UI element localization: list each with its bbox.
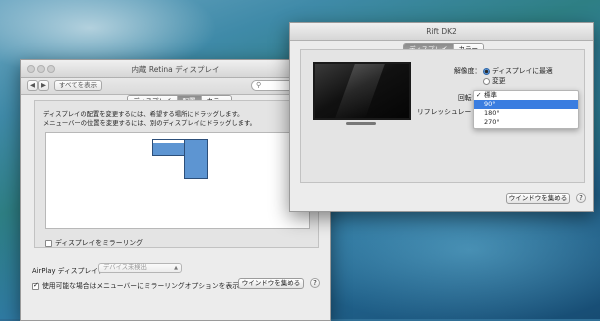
mirror-label: ディスプレイをミラーリング — [55, 239, 143, 247]
rotation-option-270[interactable]: 270° — [474, 118, 578, 127]
resolution-best-radio[interactable]: ディスプレイに最適 — [483, 65, 553, 75]
search-icon: ⚲ — [256, 81, 262, 89]
gather-windows-button[interactable]: ウインドウを集める — [238, 278, 304, 289]
radio-selected-icon[interactable] — [483, 67, 490, 75]
title-bar[interactable]: 内蔵 Retina ディスプレイ — [21, 60, 330, 78]
rotation-dropdown-menu[interactable]: ✓ 標準 90° 180° 270° — [473, 90, 579, 129]
window-title: 内蔵 Retina ディスプレイ — [131, 65, 220, 74]
resolution-best-label: ディスプレイに最適 — [492, 67, 553, 75]
toolbar: ◀ ▶ すべてを表示 ⚲ — [21, 78, 330, 95]
title-bar[interactable]: Rift DK2 — [290, 23, 593, 41]
airplay-value: デバイス未検出 — [103, 264, 147, 271]
monitor-glare — [335, 64, 385, 118]
rift-dk2-window: Rift DK2 ディスプレイ カラー 解像度： ディスプレイに最適 変更 回転… — [289, 22, 594, 212]
show-all-button[interactable]: すべてを表示 — [54, 80, 102, 91]
gather-windows-button[interactable]: ウインドウを集める — [506, 193, 570, 204]
menu-bar-indicator[interactable] — [153, 140, 185, 143]
rotation-option-standard[interactable]: ✓ 標準 — [474, 91, 578, 100]
monitor-image — [313, 62, 411, 120]
resolution-label: 解像度： — [454, 67, 482, 75]
help-button[interactable]: ? — [576, 193, 586, 203]
show-mirroring-checkbox[interactable]: 使用可能な場合はメニューバーにミラーリングオプションを表示 — [32, 280, 239, 290]
radio-icon[interactable] — [483, 77, 490, 85]
show-mirroring-label: 使用可能な場合はメニューバーにミラーリングオプションを表示 — [42, 282, 240, 290]
airplay-label: AirPlay ディスプレイ： — [32, 267, 105, 275]
rift-display-block[interactable] — [184, 139, 208, 179]
checkmark-icon: ✓ — [476, 91, 482, 99]
description-line-2: メニューバーの位置を変更するには、別のディスプレイにドラッグします。 — [43, 119, 256, 127]
help-button[interactable]: ? — [310, 278, 320, 288]
window-title: Rift DK2 — [426, 27, 457, 36]
refresh-rate-label: リフレッシュレート — [417, 108, 479, 116]
rotation-option-180[interactable]: 180° — [474, 109, 578, 118]
rotation-option-90[interactable]: 90° — [474, 100, 578, 109]
built-in-display-window: 内蔵 Retina ディスプレイ ◀ ▶ すべてを表示 ⚲ ディスプレイ 配置 … — [20, 59, 331, 321]
built-in-display-block[interactable] — [152, 139, 186, 156]
display-arrangement-area — [45, 132, 310, 229]
updown-chevron-icon: ▲ — [174, 265, 178, 271]
arrangement-panel: ディスプレイの配置を変更するには、希望する場所にドラッグします。 メニューバーの… — [34, 100, 319, 248]
description-line-1: ディスプレイの配置を変更するには、希望する場所にドラッグします。 — [43, 111, 244, 118]
resolution-scaled-radio[interactable]: 変更 — [483, 75, 506, 85]
resolution-scaled-label: 変更 — [492, 77, 506, 85]
checkbox-icon[interactable] — [32, 281, 39, 290]
forward-button[interactable]: ▶ — [38, 80, 49, 91]
mirror-displays-checkbox[interactable]: ディスプレイをミラーリング — [45, 237, 143, 247]
back-button[interactable]: ◀ — [27, 80, 38, 91]
monitor-stand — [346, 122, 376, 125]
airplay-select[interactable]: デバイス未検出 ▲ — [98, 263, 182, 273]
checkbox-icon[interactable] — [45, 239, 52, 247]
arrangement-description: ディスプレイの配置を変更するには、希望する場所にドラッグします。 メニューバーの… — [43, 111, 256, 128]
